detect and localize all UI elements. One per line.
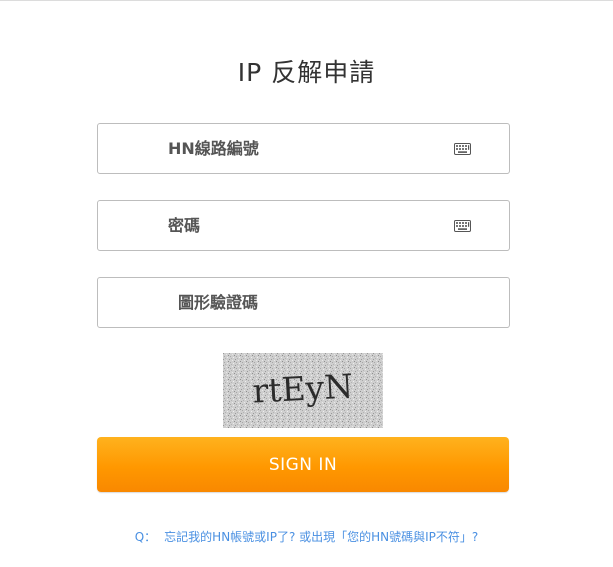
help-prefix: Q： — [134, 530, 157, 544]
captcha-image[interactable]: rtEyN — [223, 353, 383, 428]
sign-in-button[interactable]: SIGN IN — [97, 437, 509, 492]
captcha-text: rtEyN — [251, 366, 354, 410]
captcha-field[interactable] — [97, 277, 510, 328]
hn-number-input[interactable] — [98, 124, 509, 173]
page-title: IP 反解申請 — [237, 58, 376, 87]
password-input[interactable] — [98, 201, 509, 250]
hn-number-field[interactable] — [97, 123, 510, 174]
help-text: 忘記我的HN帳號或IP了? 或出現「您的HN號碼與IP不符」? — [164, 530, 479, 544]
keyboard-icon[interactable] — [454, 143, 471, 155]
ip-reverse-application-page: IP 反解申請 HN線路編號 圖形驗證碼 rtEyN SIGN IN Q： 忘記… — [0, 0, 613, 567]
captcha-input[interactable] — [98, 278, 509, 327]
keyboard-icon[interactable] — [454, 220, 471, 232]
forgot-account-help-link[interactable]: Q： 忘記我的HN帳號或IP了? 或出現「您的HN號碼與IP不符」? — [0, 528, 613, 545]
password-field[interactable] — [97, 200, 510, 251]
